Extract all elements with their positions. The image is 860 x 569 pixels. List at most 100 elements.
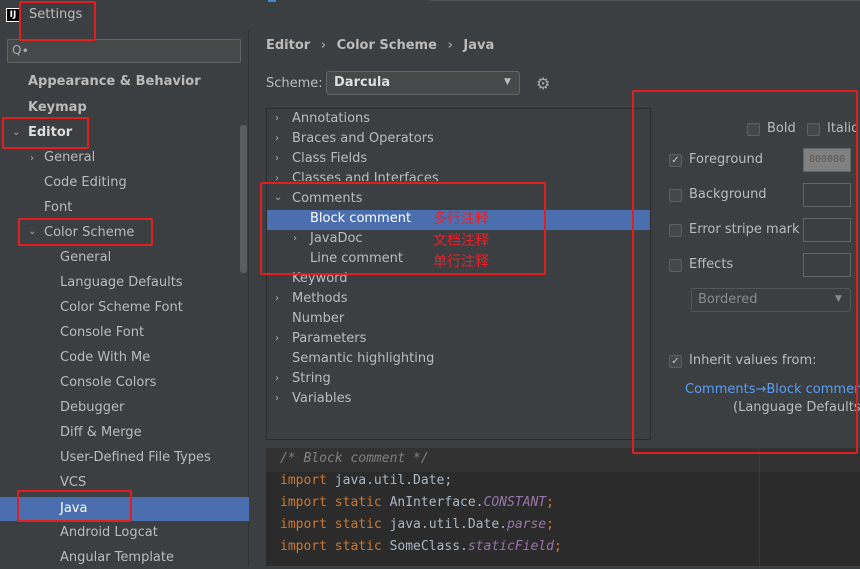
search-input[interactable] bbox=[7, 39, 241, 63]
tree-item-string[interactable]: String bbox=[292, 369, 331, 389]
search-icon: Q∙ bbox=[12, 43, 29, 57]
breadcrumb: Editor › Color Scheme › Java bbox=[266, 38, 494, 53]
tree-item-annotations[interactable]: Annotations bbox=[292, 109, 370, 129]
chevron-right-icon[interactable]: › bbox=[275, 393, 279, 404]
code-static-member: staticField bbox=[467, 539, 554, 554]
breadcrumb-editor[interactable]: Editor bbox=[266, 38, 310, 53]
window-title: Settings bbox=[29, 7, 83, 22]
tree-item-braces[interactable]: Braces and Operators bbox=[292, 129, 434, 149]
code-line-3: import static AnInterface.CONSTANT; bbox=[280, 495, 554, 510]
code-keyword: import static bbox=[280, 539, 382, 554]
sidebar-item-color-scheme[interactable]: Color Scheme bbox=[44, 222, 134, 244]
sidebar-item-language-defaults[interactable]: Language Defaults bbox=[60, 272, 183, 294]
sidebar-item-code-with-me[interactable]: Code With Me bbox=[60, 347, 150, 369]
sidebar-item-console-colors[interactable]: Console Colors bbox=[60, 372, 156, 394]
foreground-color-swatch[interactable]: 808080 bbox=[803, 148, 851, 172]
bold-label: Bold bbox=[767, 121, 796, 136]
code-line-1: /* Block comment */ bbox=[280, 451, 429, 466]
sidebar-item-debugger[interactable]: Debugger bbox=[60, 397, 124, 419]
effects-checkbox[interactable] bbox=[669, 259, 682, 272]
code-punct: ; bbox=[546, 517, 554, 532]
code-punct: ; bbox=[546, 495, 554, 510]
note-block-comment: 多行注释 bbox=[433, 211, 489, 227]
chevron-right-icon[interactable]: › bbox=[275, 113, 279, 124]
inherit-checkbox[interactable]: ✓ bbox=[669, 355, 682, 368]
chevron-right-icon[interactable]: › bbox=[275, 173, 279, 184]
background-color-swatch[interactable] bbox=[803, 183, 851, 207]
italic-checkbox[interactable] bbox=[807, 123, 820, 136]
sidebar-item-cs-general[interactable]: General bbox=[60, 247, 111, 269]
chevron-right-icon[interactable]: › bbox=[275, 333, 279, 344]
scheme-label: Scheme: bbox=[266, 76, 323, 91]
chevron-right-icon[interactable]: › bbox=[275, 293, 279, 304]
breadcrumb-separator: › bbox=[320, 38, 327, 53]
effects-type-value: Bordered bbox=[698, 292, 758, 307]
tree-item-number[interactable]: Number bbox=[292, 309, 344, 329]
tree-item-class-fields[interactable]: Class Fields bbox=[292, 149, 367, 169]
breadcrumb-color-scheme[interactable]: Color Scheme bbox=[337, 38, 437, 53]
background-label: Background bbox=[689, 187, 767, 202]
code-text: AnInterface. bbox=[381, 495, 484, 510]
sidebar-item-android-logcat[interactable]: Android Logcat bbox=[60, 522, 158, 544]
code-static-member: parse bbox=[506, 517, 547, 532]
code-line-4: import static java.util.Date.parse; bbox=[280, 517, 554, 532]
gear-icon[interactable]: ⚙ bbox=[536, 74, 550, 93]
tree-item-comments[interactable]: Comments bbox=[292, 189, 362, 209]
scheme-value: Darcula bbox=[334, 75, 391, 90]
tree-item-variables[interactable]: Variables bbox=[292, 389, 351, 409]
sidebar-item-java[interactable]: Java bbox=[60, 498, 87, 520]
error-stripe-color-swatch[interactable] bbox=[803, 218, 851, 242]
inherit-source-link[interactable]: Comments→Block comment bbox=[685, 382, 860, 397]
chevron-down-icon: ▼ bbox=[835, 294, 842, 304]
italic-label: Italic bbox=[827, 121, 859, 136]
sidebar-scrollbar[interactable] bbox=[240, 125, 247, 273]
tree-item-block-comment[interactable]: Block comment bbox=[310, 209, 411, 229]
background-checkbox[interactable] bbox=[669, 189, 682, 202]
divider bbox=[430, 0, 860, 1]
chevron-down-icon[interactable]: ⌄ bbox=[28, 226, 36, 237]
chevron-right-icon[interactable]: › bbox=[275, 133, 279, 144]
tree-item-methods[interactable]: Methods bbox=[292, 289, 348, 309]
sidebar-selection bbox=[0, 497, 249, 521]
chevron-right-icon[interactable]: › bbox=[275, 373, 279, 384]
breadcrumb-separator: › bbox=[447, 38, 453, 53]
inherit-source-note: (Language Defaults) bbox=[733, 400, 860, 415]
tab-accent bbox=[268, 0, 276, 2]
chevron-down-icon[interactable]: ⌄ bbox=[12, 127, 20, 138]
chevron-right-icon[interactable]: › bbox=[30, 153, 34, 164]
effects-color-swatch[interactable] bbox=[803, 253, 851, 277]
code-keyword: import static bbox=[280, 517, 382, 532]
chevron-right-icon[interactable]: › bbox=[275, 153, 279, 164]
sidebar-item-general[interactable]: General bbox=[44, 147, 95, 169]
foreground-label: Foreground bbox=[689, 152, 764, 167]
bold-checkbox[interactable] bbox=[747, 123, 760, 136]
code-static-member: CONSTANT bbox=[483, 495, 547, 510]
tree-item-parameters[interactable]: Parameters bbox=[292, 329, 366, 349]
right-margin-guide bbox=[759, 448, 760, 566]
sidebar-item-console-font[interactable]: Console Font bbox=[60, 322, 144, 344]
note-javadoc: 文档注释 bbox=[433, 233, 489, 249]
sidebar-item-font[interactable]: Font bbox=[44, 197, 72, 219]
error-stripe-checkbox[interactable] bbox=[669, 224, 682, 237]
chevron-right-icon[interactable]: › bbox=[293, 233, 297, 244]
tree-item-line-comment[interactable]: Line comment bbox=[310, 249, 403, 269]
sidebar-item-code-editing[interactable]: Code Editing bbox=[44, 172, 127, 194]
sidebar-item-vcs[interactable]: VCS bbox=[60, 472, 86, 494]
sidebar-item-diff-merge[interactable]: Diff & Merge bbox=[60, 422, 142, 444]
tree-item-keyword[interactable]: Keyword bbox=[292, 269, 348, 289]
sidebar-item-color-scheme-font[interactable]: Color Scheme Font bbox=[60, 297, 183, 319]
chevron-down-icon[interactable]: ⌄ bbox=[274, 192, 282, 203]
sidebar-item-appearance[interactable]: Appearance & Behavior bbox=[28, 71, 201, 93]
sidebar-item-editor[interactable]: Editor bbox=[28, 122, 72, 144]
tree-item-semantic-highlighting[interactable]: Semantic highlighting bbox=[292, 349, 434, 369]
chevron-down-icon: ▼ bbox=[504, 77, 511, 87]
tree-item-classes-interfaces[interactable]: Classes and Interfaces bbox=[292, 169, 439, 181]
app-logo-icon: IJ bbox=[6, 8, 20, 22]
title-bar bbox=[0, 0, 860, 30]
effects-label: Effects bbox=[689, 257, 734, 272]
sidebar-item-keymap[interactable]: Keymap bbox=[28, 97, 87, 119]
code-line-5: import static SomeClass.staticField; bbox=[280, 539, 562, 554]
tree-item-javadoc[interactable]: JavaDoc bbox=[310, 229, 363, 249]
sidebar-item-user-defined-file-types[interactable]: User-Defined File Types bbox=[60, 447, 211, 469]
foreground-checkbox[interactable]: ✓ bbox=[669, 154, 682, 167]
